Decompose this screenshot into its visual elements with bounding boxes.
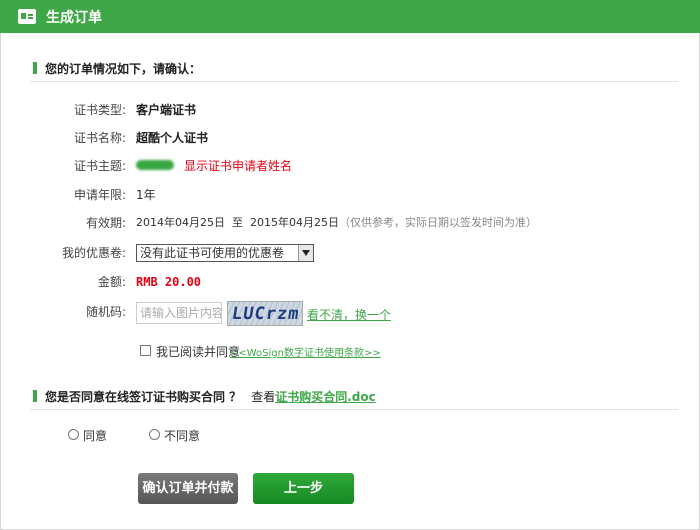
cert-type-value: 客户端证书 — [136, 103, 197, 117]
amount-value: RMB 20.00 — [136, 275, 202, 289]
contract-view-prefix: 查看 — [251, 390, 276, 404]
agree-radio[interactable] — [68, 429, 79, 440]
contract-section-heading: 您是否同意在线签订证书购买合同 ？ 查看证书购买合同.doc — [33, 388, 376, 405]
redacted-name — [136, 160, 174, 170]
term-label: 申请年限: — [73, 188, 126, 202]
captcha-image[interactable]: LUCrzm — [227, 301, 303, 326]
cert-name-label: 证书名称: — [73, 131, 126, 145]
agree-terms-text: 我已阅读并同意 — [156, 345, 241, 359]
order-section-heading-text: 您的订单情况如下，请确认： — [45, 62, 202, 76]
back-button[interactable]: 上一步 — [253, 473, 354, 504]
section-marker — [33, 390, 37, 402]
validity-note: （仅供参考，实际日期以签发时间为准） — [338, 216, 537, 229]
contract-doc-link[interactable]: 证书购买合同.doc — [275, 390, 376, 404]
disagree-radio-label: 不同意 — [164, 429, 201, 443]
divider — [30, 81, 678, 82]
id-card-icon — [18, 9, 36, 24]
agree-terms-checkbox[interactable] — [140, 345, 151, 356]
validity-value: 2014年04月25日 至 2015年04月25日（仅供参考，实际日期以签发时间… — [136, 213, 537, 233]
disagree-radio[interactable] — [149, 429, 160, 440]
title-bar: 生成订单 — [0, 0, 700, 33]
amount-label: 金额: — [97, 275, 126, 289]
coupon-select[interactable]: 没有此证书可使用的优惠卷 — [136, 244, 314, 262]
order-section-heading: 您的订单情况如下，请确认： — [33, 60, 201, 77]
cert-name-value: 超酷个人证书 — [136, 131, 209, 145]
validity-dates: 2014年04月25日 至 2015年04月25日 — [136, 216, 339, 229]
terms-link[interactable]: <<WoSign数字证书使用条款>> — [230, 344, 381, 359]
cert-type-label: 证书类型: — [73, 103, 126, 117]
contract-question: 您是否同意在线签订证书购买合同 ？ — [45, 390, 242, 404]
validity-label: 有效期: — [85, 216, 126, 230]
coupon-label: 我的优惠卷: — [61, 246, 126, 260]
order-panel — [0, 0, 700, 530]
cert-subject-label: 证书主题: — [73, 159, 126, 173]
cert-subject-value: 显示证书申请者姓名 — [136, 156, 292, 176]
agree-radio-label: 同意 — [83, 429, 108, 443]
section-marker — [33, 62, 37, 74]
captcha-image-text: LUCrzm — [230, 304, 301, 324]
captcha-input[interactable]: 请输入图片内容 — [136, 302, 222, 324]
captcha-label: 随机码: — [85, 305, 126, 319]
page-title: 生成订单 — [46, 10, 102, 26]
confirm-pay-button[interactable]: 确认订单并付款 — [138, 473, 238, 504]
term-value: 1年 — [136, 188, 156, 202]
cert-subject-note: 显示证书申请者姓名 — [184, 159, 293, 173]
chevron-down-icon[interactable] — [298, 245, 313, 261]
coupon-selected: 没有此证书可使用的优惠卷 — [140, 246, 285, 260]
captcha-refresh-link[interactable]: 看不清，换一个 — [307, 306, 391, 323]
divider — [30, 409, 678, 410]
